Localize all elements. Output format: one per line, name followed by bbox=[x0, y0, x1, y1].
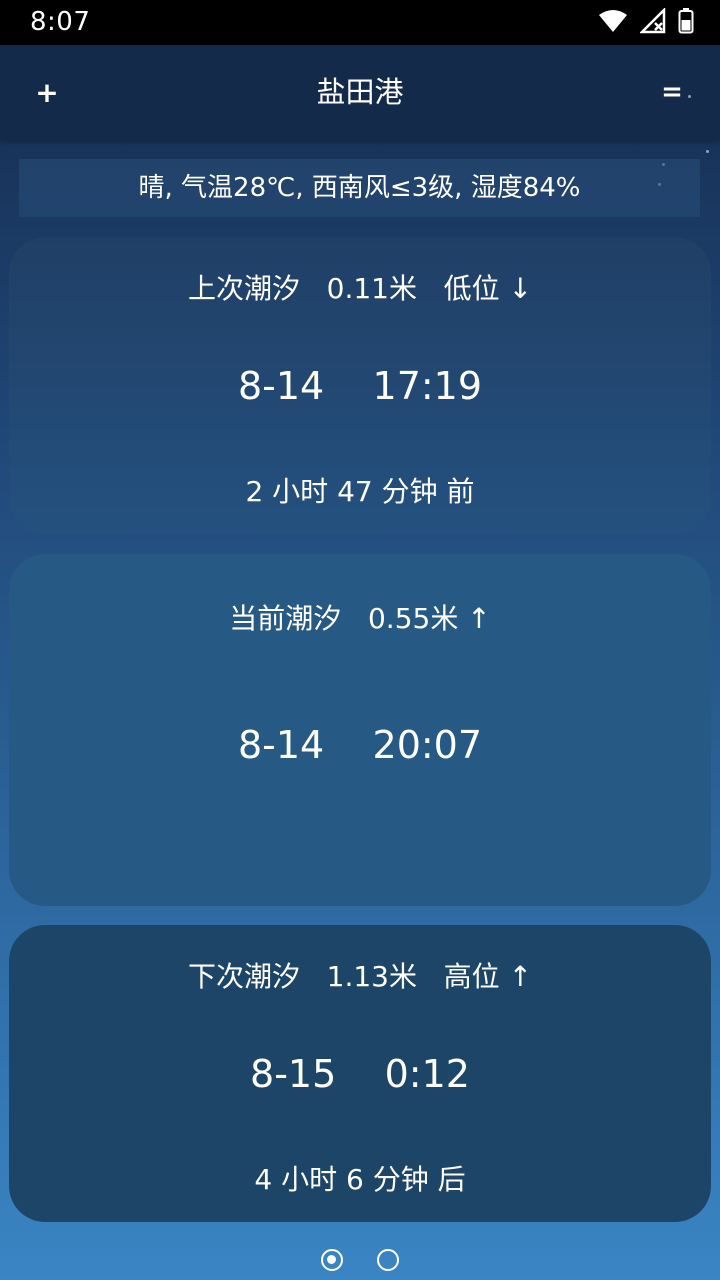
status-icons bbox=[598, 6, 694, 38]
weather-summary: 晴, 气温28℃, 西南风≤3级, 湿度84% bbox=[19, 159, 700, 217]
previous-tide-datetime: 8-14 17:19 bbox=[237, 364, 483, 408]
battery-icon bbox=[678, 8, 694, 38]
wifi-icon bbox=[598, 9, 628, 37]
previous-tide-relative-time: 2 小时 47 分钟 前 bbox=[245, 475, 475, 508]
next-tide-header: 下次潮汐 1.13米 高位 ↑ bbox=[187, 960, 533, 993]
current-tide-header: 当前潮汐 0.55米 ↑ bbox=[229, 602, 491, 635]
app-bar: 盐田港 + = bbox=[0, 45, 720, 140]
add-location-button[interactable]: + bbox=[26, 69, 68, 117]
signal-off-icon bbox=[638, 6, 666, 38]
previous-tide-header: 上次潮汐 0.11米 低位 ↓ bbox=[187, 272, 533, 305]
page-dot-2[interactable] bbox=[377, 1249, 399, 1271]
current-tide-card[interactable]: 当前潮汐 0.55米 ↑ 8-14 20:07 bbox=[9, 554, 711, 906]
next-tide-datetime: 8-15 0:12 bbox=[250, 1052, 470, 1096]
page-dot-1[interactable] bbox=[321, 1249, 343, 1271]
menu-button[interactable]: = bbox=[654, 69, 690, 117]
next-tide-relative-time: 4 小时 6 分钟 后 bbox=[254, 1163, 466, 1196]
page-title: 盐田港 bbox=[316, 75, 404, 109]
page-indicator bbox=[0, 1244, 720, 1278]
status-time: 8:07 bbox=[30, 7, 91, 37]
previous-tide-card[interactable]: 上次潮汐 0.11米 低位 ↓ 8-14 17:19 2 小时 47 分钟 前 bbox=[9, 237, 711, 534]
next-tide-card[interactable]: 下次潮汐 1.13米 高位 ↑ 8-15 0:12 4 小时 6 分钟 后 bbox=[9, 925, 711, 1222]
current-tide-datetime: 8-14 20:07 bbox=[237, 723, 483, 767]
status-bar: 8:07 bbox=[0, 0, 720, 45]
star-decoration bbox=[706, 150, 709, 153]
star-decoration bbox=[688, 95, 691, 98]
